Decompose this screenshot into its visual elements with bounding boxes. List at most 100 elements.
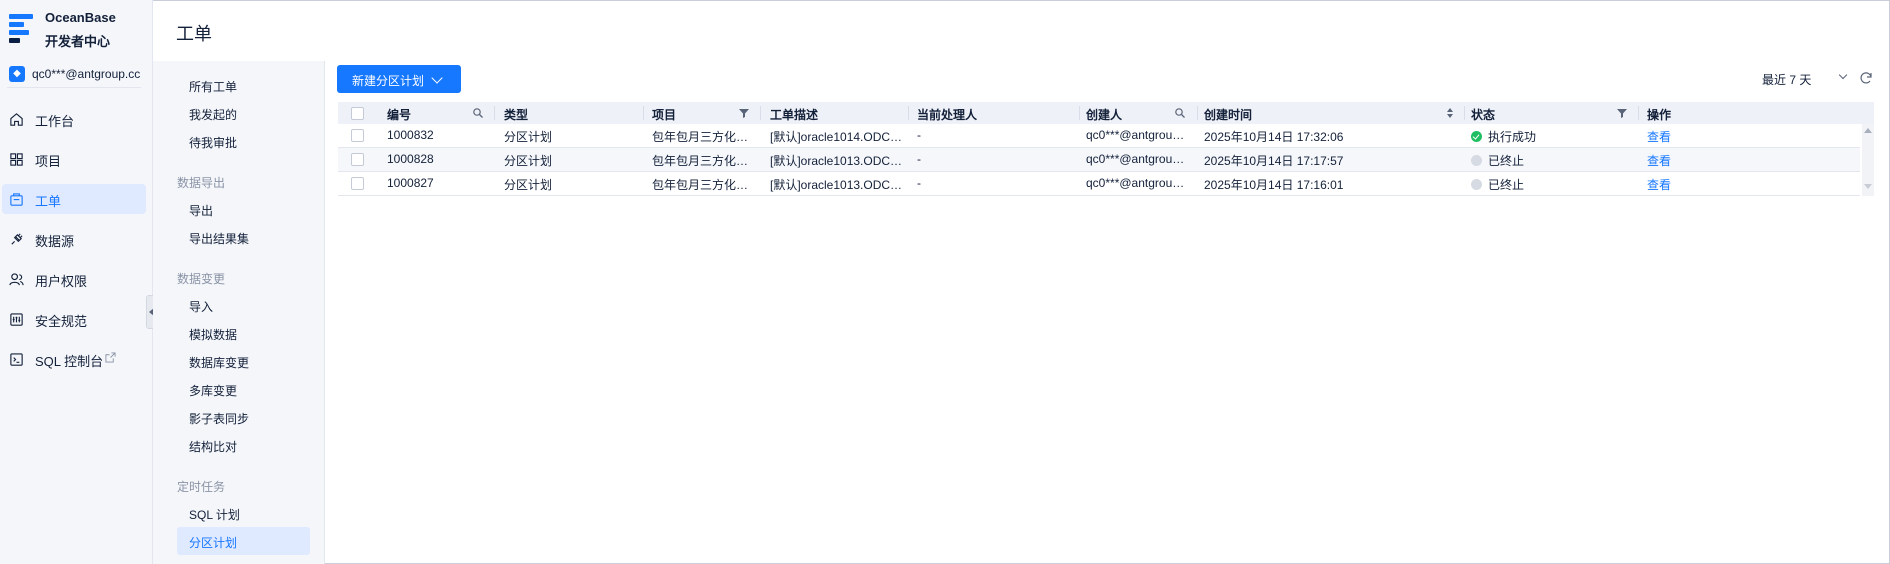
ticket-subnav: 所有工单 我发起的 待我审批 数据导出 导出 导出结果集 数据变更 导入 模拟数… (153, 61, 325, 564)
row-checkbox[interactable] (351, 177, 364, 190)
view-link[interactable]: 查看 (1647, 152, 1671, 169)
column-header-description[interactable]: 工单描述 (770, 106, 818, 123)
subnav-item-label: 导出结果集 (189, 232, 250, 246)
oceanbase-logo-icon (9, 14, 33, 43)
cell-id: 1000832 (387, 128, 434, 142)
nav-item-projects[interactable]: 项目 (2, 144, 146, 174)
view-link[interactable]: 查看 (1647, 176, 1671, 193)
nav-item-user-permissions[interactable]: 用户权限 (2, 264, 146, 294)
subnav-item-label: 待我审批 (189, 136, 238, 150)
column-divider (1197, 106, 1198, 120)
table-row[interactable]: 1000827 分区计划 包年包月三方化… [默认]oracle1013.ODC… (338, 172, 1860, 196)
column-header-actions: 操作 (1647, 108, 1672, 122)
subnav-item-partition-plan[interactable]: 分区计划 (177, 527, 310, 555)
subnav-item-sql-plan[interactable]: SQL 计划 (177, 499, 310, 527)
nav-item-tickets[interactable]: 工单 (2, 184, 146, 214)
nav-item-sql-console[interactable]: SQL 控制台 (2, 344, 146, 374)
column-header-project[interactable]: 项目 (652, 106, 676, 123)
cell-creator: qc0***@antgrou… (1086, 176, 1185, 190)
left-nav: OceanBase 开发者中心 ◆ qc0***@antgroup.cc 工作台… (0, 0, 153, 564)
create-partition-plan-button[interactable]: 新建分区计划 (337, 65, 461, 93)
column-header-creator[interactable]: 创建人 (1086, 106, 1122, 123)
cell-status: 已终止 (1488, 178, 1525, 192)
table-header: 编号 类型 项目 工单描述 当前处理人 创建人 创建时间 状态 操作 (338, 102, 1874, 124)
cell-creator: qc0***@antgrou… (1086, 128, 1185, 142)
subnav-group-title: 数据变更 (177, 272, 226, 286)
cell-project: 包年包月三方化… (652, 130, 749, 144)
nav-item-security-rules[interactable]: 安全规范 (2, 304, 146, 334)
refresh-icon[interactable] (1859, 71, 1873, 85)
plug-icon (11, 233, 23, 245)
page-title: 工单 (176, 24, 212, 44)
subnav-item-db-change[interactable]: 数据库变更 (177, 347, 310, 375)
brand-name: OceanBase (45, 10, 116, 25)
column-divider (494, 106, 495, 120)
table-scrollbar[interactable] (1862, 124, 1874, 196)
column-divider (1464, 106, 1465, 120)
subnav-item-label: 多库变更 (189, 384, 238, 398)
cell-created-time: 2025年10月14日 17:17:57 (1204, 154, 1344, 168)
subnav-item-label: 分区计划 (189, 536, 238, 550)
nav-item-label: 安全规范 (35, 314, 88, 329)
grid-icon (10, 153, 23, 166)
terminal-icon (10, 353, 23, 366)
column-divider (1638, 106, 1639, 120)
success-status-icon (1471, 131, 1482, 142)
date-range-select[interactable]: 最近 7 天 (1762, 71, 1811, 88)
subnav-item-schema-compare[interactable]: 结构比对 (177, 431, 310, 459)
column-header-status[interactable]: 状态 (1471, 106, 1495, 123)
cell-creator: qc0***@antgrou… (1086, 152, 1185, 166)
row-checkbox[interactable] (351, 153, 364, 166)
subnav-item-export-resultset[interactable]: 导出结果集 (177, 223, 310, 251)
table-row[interactable]: 1000828 分区计划 包年包月三方化… [默认]oracle1013.ODC… (338, 148, 1860, 172)
subnav-item-label: 所有工单 (189, 80, 238, 94)
row-checkbox[interactable] (351, 129, 364, 142)
subnav-item-pending-approval[interactable]: 待我审批 (177, 127, 310, 155)
subnav-item-label: 影子表同步 (189, 412, 250, 426)
cell-type: 分区计划 (504, 178, 553, 192)
nav-item-label: 用户权限 (35, 274, 88, 289)
nav-item-datasource[interactable]: 数据源 (2, 224, 146, 254)
column-header-current-handler[interactable]: 当前处理人 (917, 106, 977, 123)
column-header-created-time[interactable]: 创建时间 (1204, 106, 1252, 123)
subnav-item-mock-data[interactable]: 模拟数据 (177, 319, 310, 347)
cell-id: 1000827 (387, 176, 434, 190)
column-divider (760, 106, 761, 120)
subnav-item-label: 导入 (189, 300, 214, 314)
table-row[interactable]: 1000832 分区计划 包年包月三方化… [默认]oracle1014.ODC… (338, 124, 1860, 148)
terminated-status-icon (1471, 155, 1482, 166)
scroll-down-arrow-icon[interactable] (1864, 184, 1872, 189)
brand[interactable]: OceanBase 开发者中心 (9, 10, 149, 50)
home-icon (10, 113, 23, 126)
column-header-id[interactable]: 编号 (387, 106, 411, 123)
subnav-item-label: SQL 计划 (189, 508, 240, 522)
sort-icon[interactable] (1444, 107, 1456, 119)
subnav-item-label: 模拟数据 (189, 328, 238, 342)
select-all-checkbox[interactable] (351, 107, 364, 120)
subnav-item-all[interactable]: 所有工单 (177, 71, 310, 99)
nav-item-label: SQL 控制台 (35, 354, 104, 369)
scroll-up-arrow-icon[interactable] (1864, 128, 1872, 133)
nav-item-label: 工作台 (35, 114, 75, 129)
filter-icon[interactable] (1616, 107, 1628, 119)
cell-project: 包年包月三方化… (652, 178, 749, 192)
subnav-item-mine[interactable]: 我发起的 (177, 99, 310, 127)
org-switcher[interactable]: ◆ qc0***@antgroup.cc (7, 64, 141, 88)
main-menu: 工作台 项目 工单 数据源 用户权限 安全规范 SQL 控制台 (0, 104, 153, 384)
search-icon[interactable] (472, 107, 484, 119)
org-label: qc0***@antgroup.cc (32, 67, 141, 81)
filter-icon[interactable] (738, 107, 750, 119)
subnav-group-title: 定时任务 (177, 480, 226, 494)
column-divider (908, 106, 909, 120)
subnav-item-export[interactable]: 导出 (177, 195, 310, 223)
column-header-type[interactable]: 类型 (504, 106, 528, 123)
subnav-item-import[interactable]: 导入 (177, 291, 310, 319)
subnav-item-multi-db-change[interactable]: 多库变更 (177, 375, 310, 403)
subnav-item-label: 我发起的 (189, 108, 238, 122)
view-link[interactable]: 查看 (1647, 128, 1671, 145)
nav-item-workbench[interactable]: 工作台 (2, 104, 146, 134)
subnav-item-shadow-table-sync[interactable]: 影子表同步 (177, 403, 310, 431)
search-icon[interactable] (1174, 107, 1186, 119)
create-button-label: 新建分区计划 (352, 74, 425, 88)
column-divider (643, 106, 644, 120)
